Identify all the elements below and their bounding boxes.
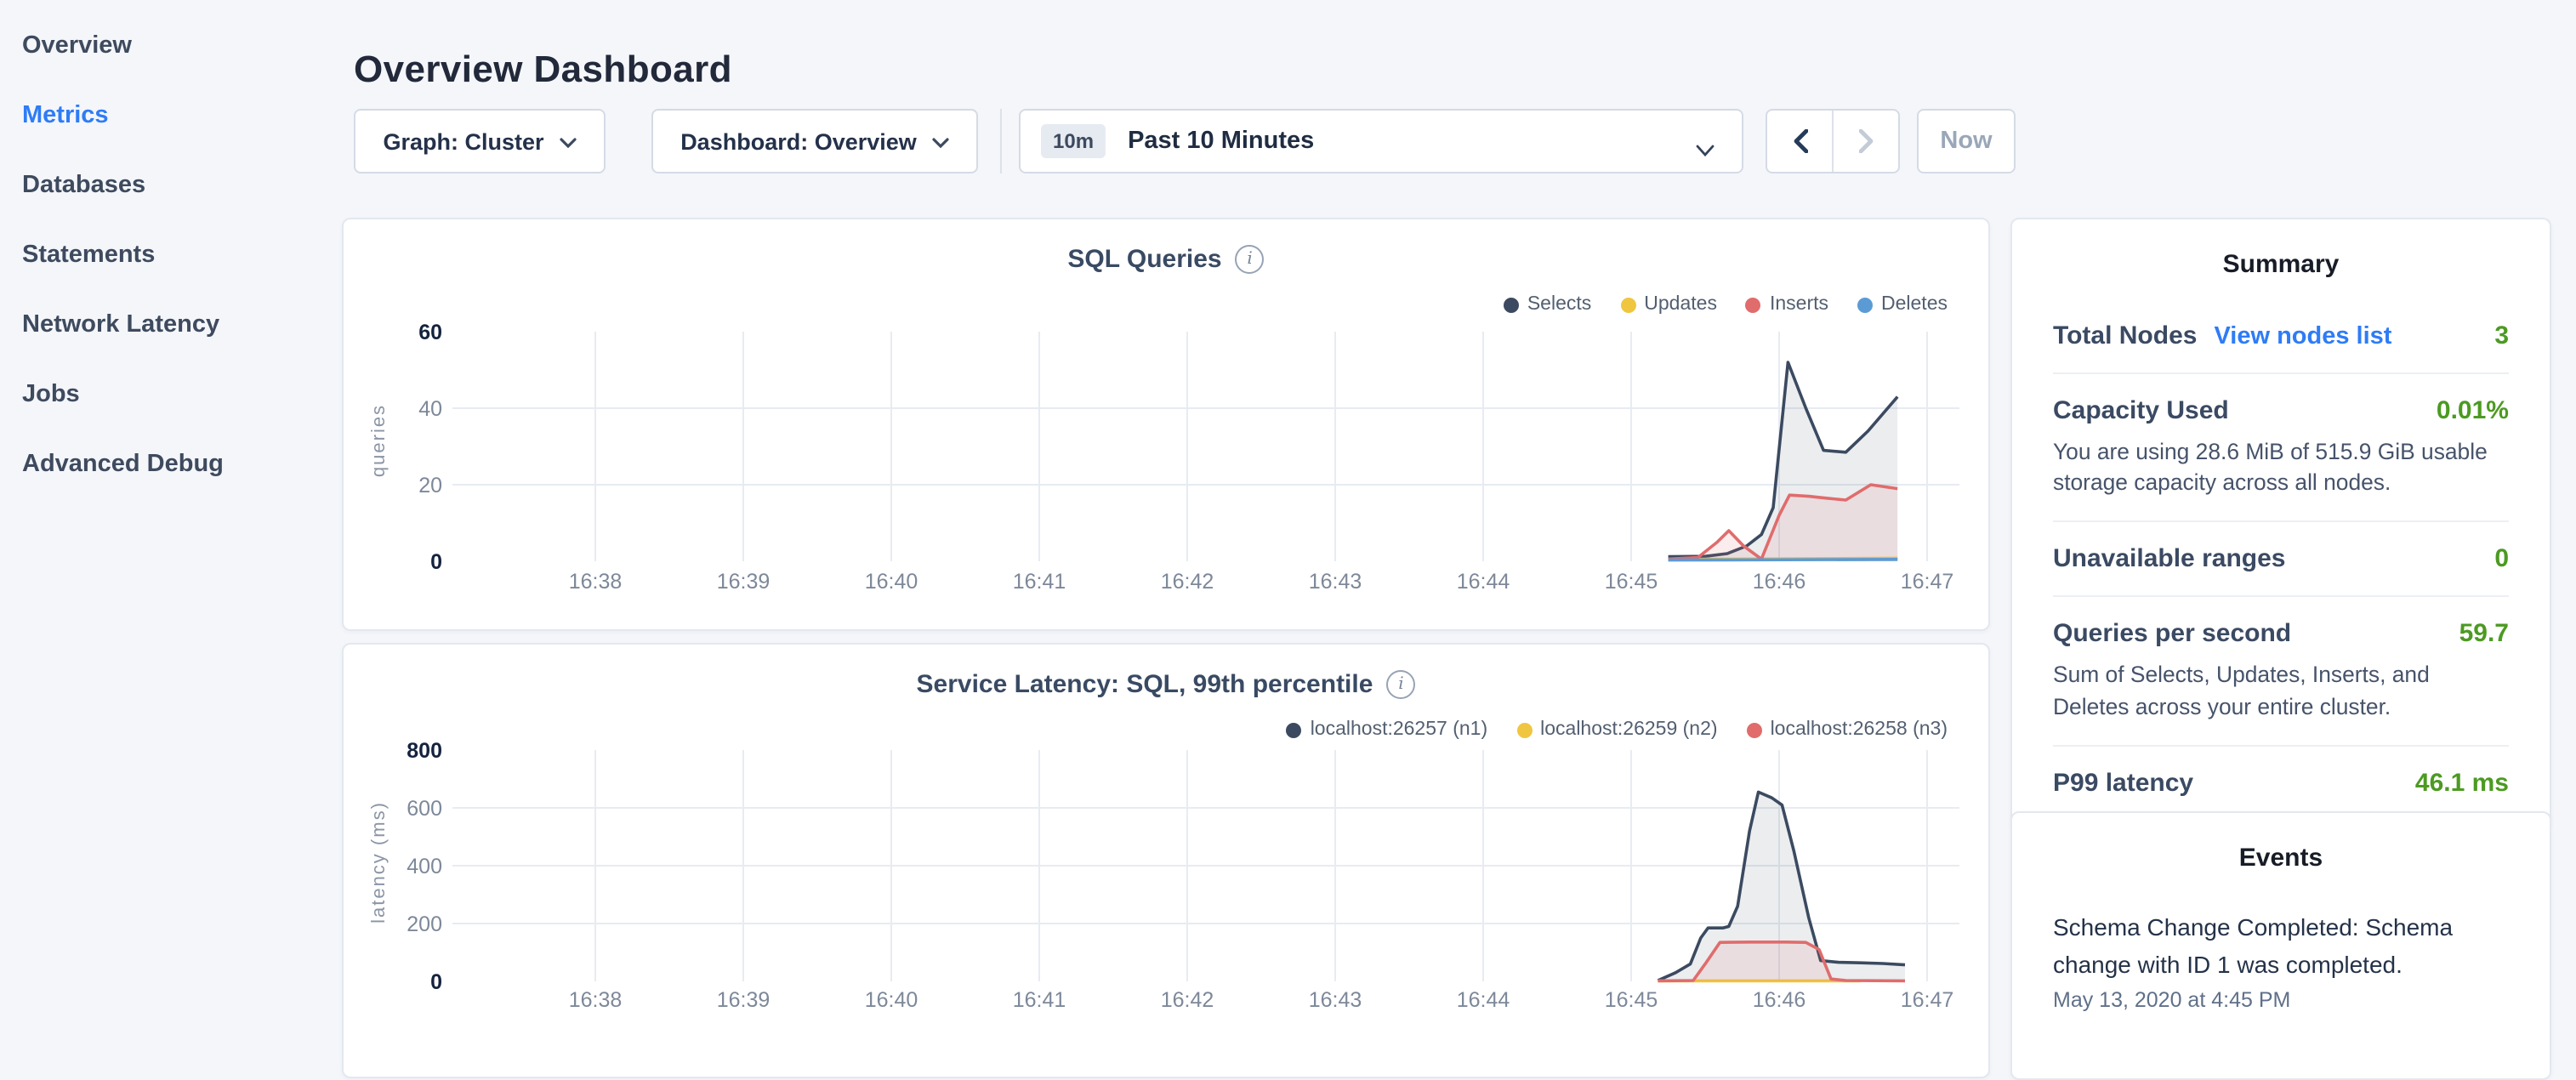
page-title: Overview Dashboard xyxy=(354,47,732,91)
db-console-page: Overview Metrics Databases Statements Ne… xyxy=(0,0,2576,1051)
event-message: Schema Change Completed: Schema change w… xyxy=(2053,910,2509,984)
summary-row-label: Unavailable ranges xyxy=(2053,545,2285,574)
time-range-label: Past 10 Minutes xyxy=(1128,128,1314,155)
sidebar-item-advanced-debug[interactable]: Advanced Debug xyxy=(0,430,340,500)
summary-row-value: 0 xyxy=(2494,545,2509,574)
chevron-down-icon xyxy=(932,126,949,156)
service-latency-card: Service Latency: SQL, 99th percentile i … xyxy=(342,643,1990,1078)
summary-row-description: You are using 28.6 MiB of 515.9 GiB usab… xyxy=(2053,437,2509,499)
summary-row-label: Total Nodes xyxy=(2053,321,2197,350)
x-tick-label: 16:47 xyxy=(1901,988,1954,1012)
x-tick-label: 16:39 xyxy=(717,988,771,1012)
y-tick-label: 60 xyxy=(418,321,442,344)
x-tick-label: 16:45 xyxy=(1605,988,1658,1012)
chevron-right-icon xyxy=(1858,129,1874,153)
view-nodes-list-link[interactable]: View nodes list xyxy=(2214,323,2391,350)
sidebar: Overview Metrics Databases Statements Ne… xyxy=(0,0,340,500)
service-latency-chart[interactable]: 0 200 400 600 800 16:38 16:39 16:40 16:41 16:42 16… xyxy=(344,645,1992,1036)
sql-queries-card: SQL Queries i SelectsUpdatesInsertsDelet… xyxy=(342,218,1990,631)
event-timestamp: May 13, 2020 at 4:45 PM xyxy=(2053,989,2509,1013)
summary-row-total-nodes: Total Nodes View nodes list 3 xyxy=(2053,299,2509,372)
summary-row-description: Sum of Selects, Updates, Inserts, and De… xyxy=(2053,661,2509,723)
chevron-left-icon xyxy=(1792,129,1807,153)
x-tick-label: 16:47 xyxy=(1901,570,1954,594)
sidebar-item-metrics[interactable]: Metrics xyxy=(0,82,340,151)
time-range-select[interactable]: 10m Past 10 Minutes xyxy=(1019,109,1743,173)
time-range-preset-badge: 10m xyxy=(1041,124,1106,158)
summary-row-value: 46.1 ms xyxy=(2415,769,2509,798)
x-tick-label: 16:39 xyxy=(717,570,771,594)
x-tick-label: 16:40 xyxy=(865,570,918,594)
y-tick-label: 0 xyxy=(430,550,442,574)
y-tick-label: 400 xyxy=(407,855,442,878)
x-tick-label: 16:42 xyxy=(1161,570,1214,594)
dashboard-dropdown-label: Dashboard: Overview xyxy=(680,128,917,154)
summary-row-p99-latency: P99 latency 46.1 ms xyxy=(2053,745,2509,820)
y-tick-label: 20 xyxy=(418,474,442,497)
chevron-down-icon xyxy=(1696,134,1714,165)
x-tick-label: 16:38 xyxy=(569,988,623,1012)
time-pager xyxy=(1766,109,1900,173)
sidebar-item-statements[interactable]: Statements xyxy=(0,221,340,291)
sidebar-item-databases[interactable]: Databases xyxy=(0,151,340,221)
chevron-down-icon xyxy=(560,126,577,156)
graph-scope-dropdown-label: Graph: Cluster xyxy=(383,128,543,154)
x-tick-label: 16:45 xyxy=(1605,570,1658,594)
x-tick-label: 16:46 xyxy=(1753,988,1806,1012)
sql-queries-chart[interactable]: 0 20 40 60 16:38 16:39 16:40 16:41 16:42 16:43 16:… xyxy=(344,219,1992,628)
sidebar-item-network-latency[interactable]: Network Latency xyxy=(0,291,340,361)
x-tick-label: 16:46 xyxy=(1753,570,1806,594)
summary-row-value: 59.7 xyxy=(2459,620,2509,649)
events-title: Events xyxy=(2053,813,2509,873)
x-tick-label: 16:44 xyxy=(1457,570,1510,594)
y-tick-label: 600 xyxy=(407,797,442,821)
controls-divider xyxy=(1000,109,1002,173)
x-tick-label: 16:43 xyxy=(1309,570,1362,594)
summary-title: Summary xyxy=(2053,219,2509,279)
summary-panel: Summary Total Nodes View nodes list 3 Ca… xyxy=(2010,218,2551,832)
summary-row-label: Queries per second xyxy=(2053,620,2291,649)
summary-row-queries-per-second: Queries per second 59.7 Sum of Selects, … xyxy=(2053,596,2509,745)
dashboard-dropdown[interactable]: Dashboard: Overview xyxy=(651,109,978,173)
x-tick-label: 16:41 xyxy=(1013,570,1066,594)
x-tick-label: 16:40 xyxy=(865,988,918,1012)
summary-row-value: 3 xyxy=(2494,321,2509,350)
x-tick-label: 16:41 xyxy=(1013,988,1066,1012)
time-next-button[interactable] xyxy=(1834,111,1898,172)
x-tick-label: 16:43 xyxy=(1309,988,1362,1012)
sidebar-item-jobs[interactable]: Jobs xyxy=(0,361,340,430)
x-tick-label: 16:42 xyxy=(1161,988,1214,1012)
y-tick-label: 0 xyxy=(430,970,442,994)
summary-row-value: 0.01% xyxy=(2437,396,2509,425)
y-tick-label: 800 xyxy=(407,739,442,763)
now-button[interactable]: Now xyxy=(1917,109,2016,173)
summary-row-label: P99 latency xyxy=(2053,769,2193,798)
x-tick-label: 16:38 xyxy=(569,570,623,594)
y-tick-label: 40 xyxy=(418,397,442,421)
sidebar-item-overview[interactable]: Overview xyxy=(0,12,340,82)
summary-row-unavailable-ranges: Unavailable ranges 0 xyxy=(2053,521,2509,596)
summary-row-capacity-used: Capacity Used 0.01% You are using 28.6 M… xyxy=(2053,372,2509,521)
y-tick-label: 200 xyxy=(407,912,442,936)
event-item[interactable]: Schema Change Completed: Schema change w… xyxy=(2053,910,2509,1013)
time-prev-button[interactable] xyxy=(1767,111,1834,172)
x-tick-label: 16:44 xyxy=(1457,988,1510,1012)
events-panel: Events Schema Change Completed: Schema c… xyxy=(2010,811,2551,1080)
summary-row-label: Capacity Used xyxy=(2053,396,2229,425)
graph-scope-dropdown[interactable]: Graph: Cluster xyxy=(354,109,606,173)
